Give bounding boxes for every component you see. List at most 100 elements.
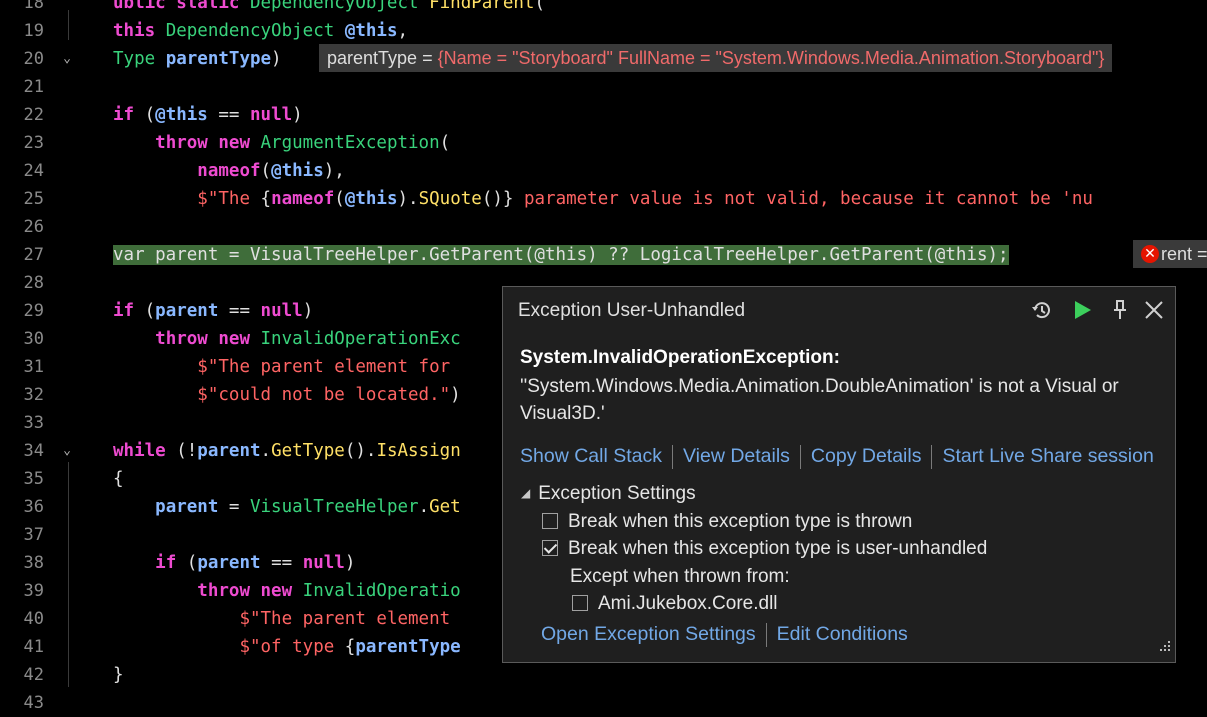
popup-title: Exception User-Unhandled (518, 300, 746, 321)
code-token: , (397, 21, 409, 41)
code-line[interactable] (113, 689, 1207, 717)
code-token: Get (429, 497, 461, 517)
code-line[interactable] (113, 73, 1207, 101)
break-unhandled-checkbox[interactable] (542, 540, 558, 556)
datatip-parenttype[interactable]: parentType = {Name = "Storyboard" FullNa… (319, 44, 1113, 72)
separator (765, 623, 767, 647)
code-token: == (260, 553, 303, 573)
current-statement-line[interactable]: var parent = VisualTreeHelper.GetParent(… (113, 241, 1207, 269)
code-token: } (113, 665, 124, 685)
code-token: IsAssign (376, 441, 461, 461)
code-line[interactable]: nameof(@this), (113, 157, 1207, 185)
code-token: ), (323, 161, 345, 181)
code-token: { (344, 637, 356, 657)
break-thrown-label: Break when this exception type is thrown (568, 511, 913, 532)
code-token: DependencyObject (165, 21, 345, 41)
module-label: Ami.Jukebox.Core.dll (598, 593, 778, 614)
line-number: 18 (23, 0, 44, 13)
code-token: parent (155, 301, 219, 321)
code-line[interactable]: this DependencyObject @this, (113, 17, 1207, 45)
separator (799, 445, 801, 469)
code-token: ) (292, 105, 303, 125)
code-token: ( (144, 301, 156, 321)
break-thrown-option[interactable]: Break when this exception type is thrown (542, 511, 912, 533)
fold-chevron-icon[interactable]: ⌄ (60, 45, 74, 73)
code-token: InvalidOperatio (302, 581, 461, 601)
exception-settings-toggle[interactable]: ◢ Exception Settings (521, 483, 696, 505)
code-line[interactable]: throw new ArgumentException( (113, 129, 1207, 157)
code-token: DependencyObject (249, 0, 430, 13)
edit-conditions-link[interactable]: Edit Conditions (777, 623, 908, 645)
pin-icon[interactable] (1105, 295, 1135, 325)
code-token: ()} (481, 189, 514, 209)
continue-icon[interactable] (1067, 295, 1097, 325)
code-token: if (155, 553, 187, 573)
code-token: parent (197, 441, 261, 461)
close-icon[interactable] (1139, 295, 1169, 325)
code-line[interactable]: ublic static DependencyObject FindParent… (113, 0, 1207, 17)
code-token: ) (344, 553, 356, 573)
line-number: 40 (23, 609, 44, 629)
code-token: (). (344, 441, 377, 461)
module-option[interactable]: Ami.Jukebox.Core.dll (572, 593, 778, 615)
show-call-stack-link[interactable]: Show Call Stack (520, 445, 662, 467)
code-token: if (113, 105, 145, 125)
line-number: 22 (23, 105, 44, 125)
code-token: $"of type (239, 637, 345, 657)
error-icon[interactable]: ✕ (1141, 245, 1159, 263)
line-number: 27 (23, 245, 44, 265)
copy-details-link[interactable]: Copy Details (811, 445, 922, 467)
code-token: ( (260, 161, 272, 181)
line-number: 24 (23, 161, 44, 181)
code-token: @this (344, 21, 398, 41)
exception-type: System.InvalidOperationException: (520, 347, 840, 368)
popup-links: Show Call Stack View Details Copy Details S… (520, 445, 1154, 469)
code-token: parameter value is not valid, because it… (513, 189, 1093, 209)
code-line[interactable]: $"The {nameof(@this).SQuote()} parameter… (113, 185, 1207, 213)
module-checkbox[interactable] (572, 595, 588, 611)
code-line[interactable]: } (113, 661, 1207, 689)
line-number: 21 (23, 77, 44, 97)
line-number: 29 (23, 301, 44, 321)
line-number: 43 (23, 693, 44, 713)
break-unhandled-option[interactable]: Break when this exception type is user-u… (542, 538, 987, 560)
code-token: nameof (197, 161, 261, 181)
line-number: 20 (23, 49, 44, 69)
code-token: . (418, 497, 430, 517)
line-number: 35 (23, 469, 44, 489)
code-token: while (113, 441, 177, 461)
separator (931, 445, 933, 469)
code-token: ( (534, 0, 545, 13)
fold-chevron-icon[interactable]: ⌄ (60, 437, 74, 465)
code-token: VisualTreeHelper (249, 497, 419, 517)
code-token: GetType (271, 441, 345, 461)
line-number: 25 (23, 189, 44, 209)
code-line[interactable] (113, 213, 1207, 241)
line-number: 30 (23, 329, 44, 349)
break-thrown-checkbox[interactable] (542, 513, 558, 529)
popup-footer-links: Open Exception Settings Edit Conditions (541, 623, 908, 647)
open-exception-settings-link[interactable]: Open Exception Settings (541, 623, 756, 645)
code-token: { (113, 469, 124, 489)
code-token: if (113, 301, 145, 321)
history-icon[interactable] (1027, 295, 1057, 325)
resize-grip-icon[interactable] (1157, 639, 1171, 658)
code-token: ) (450, 385, 461, 405)
code-line[interactable]: if (@this == null) (113, 101, 1207, 129)
line-number: 36 (23, 497, 44, 517)
line-number: 28 (23, 273, 44, 293)
line-number: 34 (23, 441, 44, 461)
live-share-link[interactable]: Start Live Share session (942, 445, 1153, 467)
except-when-label: Except when thrown from: (570, 566, 790, 587)
indent-guide (68, 462, 69, 687)
view-details-link[interactable]: View Details (683, 445, 790, 467)
line-number: 19 (23, 21, 44, 41)
code-token: ( (186, 553, 198, 573)
line-number: 33 (23, 413, 44, 433)
code-token: throw new (155, 133, 261, 153)
